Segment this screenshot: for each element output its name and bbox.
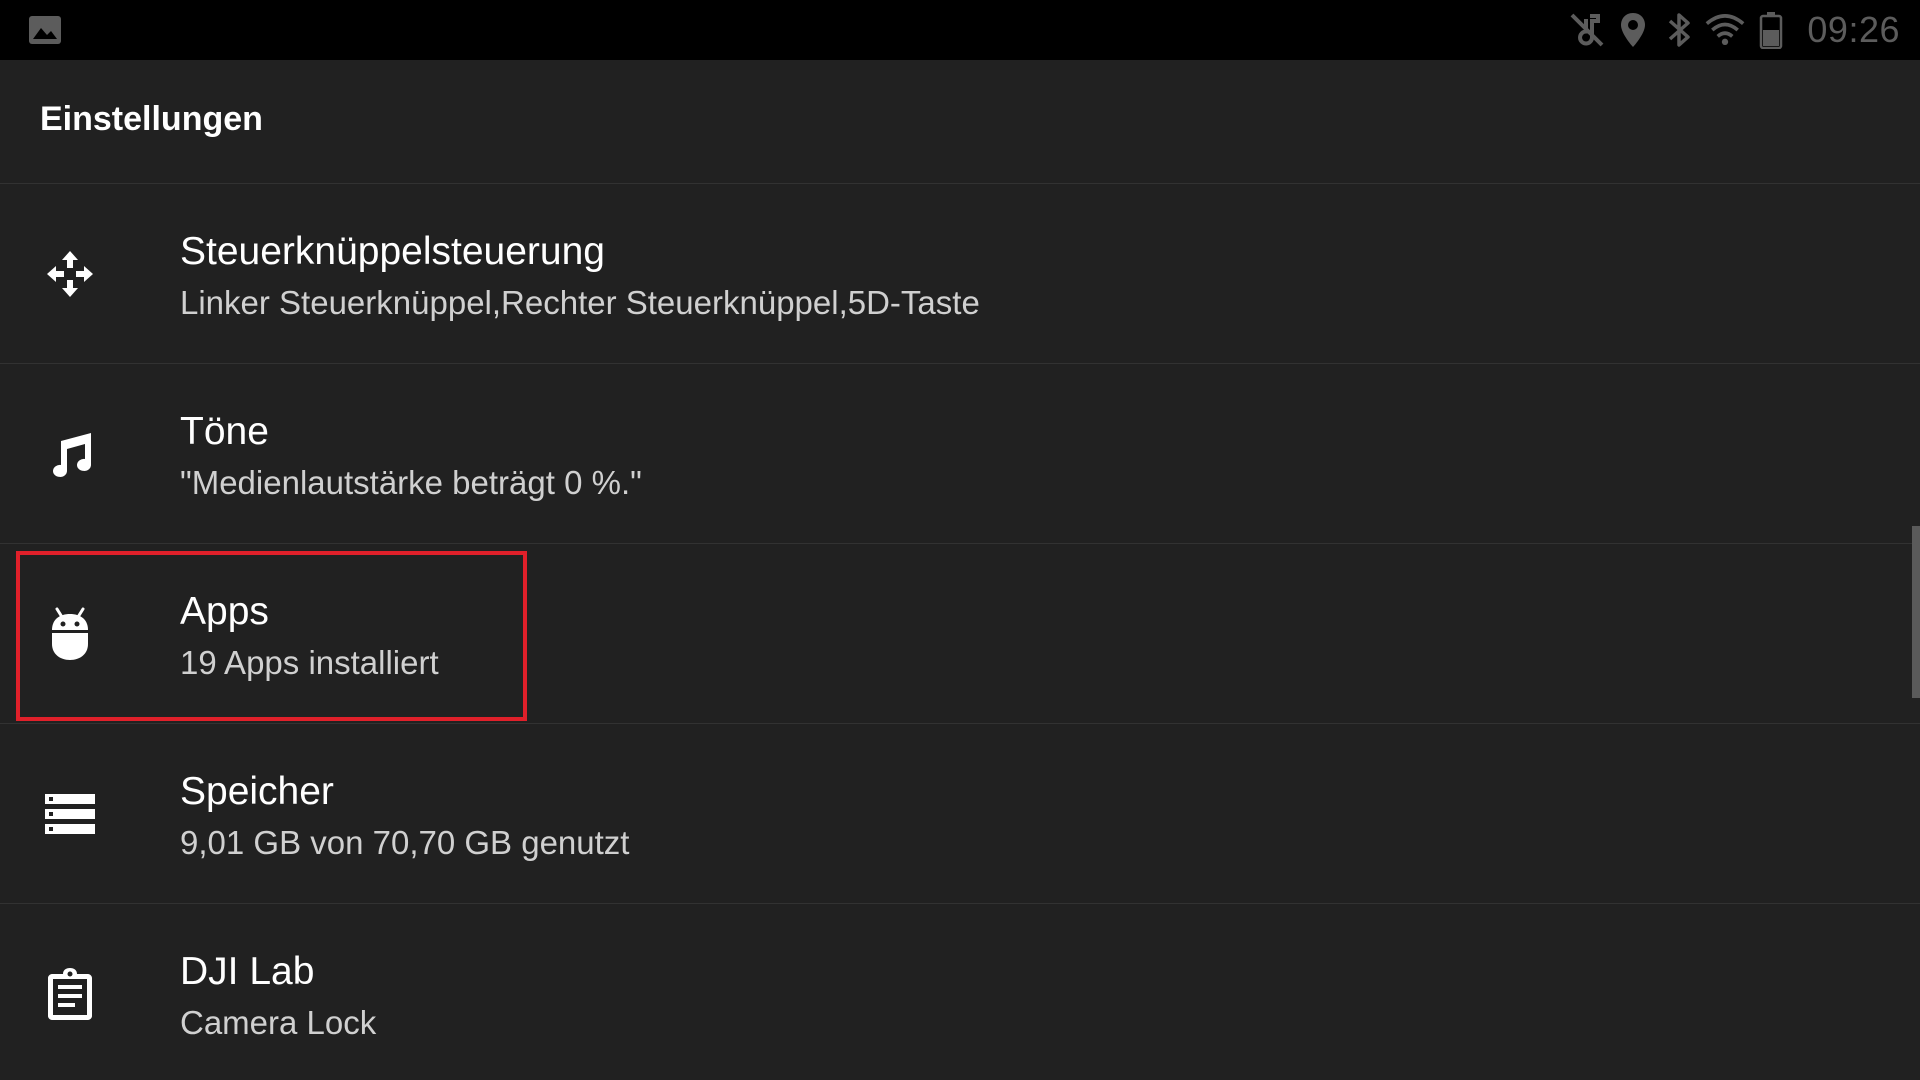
music-off-icon: [1567, 10, 1607, 50]
status-icons: 09:26: [1561, 0, 1900, 60]
scrollbar-thumb[interactable]: [1912, 526, 1920, 698]
settings-item-dji-lab[interactable]: DJI Lab Camera Lock: [0, 904, 1920, 1080]
status-bar: 09:26: [0, 0, 1920, 60]
settings-item-subtitle: "Medienlautstärke beträgt 0 %.": [180, 464, 642, 501]
settings-screen: 09:26 Einstellungen Steuerknüppelsteueru…: [0, 0, 1920, 1080]
status-time: 09:26: [1807, 9, 1900, 50]
settings-item-title: Steuerknüppelsteuerung: [180, 230, 605, 273]
music-note-icon: [40, 404, 100, 504]
page-title: Einstellungen: [40, 100, 263, 138]
bluetooth-icon: [1659, 10, 1699, 50]
storage-icon: [40, 764, 100, 864]
settings-item-toene[interactable]: Töne "Medienlautstärke beträgt 0 %.": [0, 364, 1920, 544]
move-arrows-icon: [40, 224, 100, 324]
settings-item-subtitle: 9,01 GB von 70,70 GB genutzt: [180, 824, 630, 861]
image-icon: [29, 16, 61, 44]
settings-list: Steuerknüppelsteuerung Linker Steuerknüp…: [0, 184, 1920, 1080]
location-icon: [1613, 10, 1653, 50]
settings-item-speicher[interactable]: Speicher 9,01 GB von 70,70 GB genutzt: [0, 724, 1920, 904]
clipboard-icon: [40, 944, 100, 1044]
settings-item-apps[interactable]: Apps 19 Apps installiert: [0, 544, 1920, 724]
settings-item-subtitle: Camera Lock: [180, 1004, 377, 1041]
app-bar: Einstellungen: [0, 60, 1920, 184]
settings-item-title: Töne: [180, 410, 269, 453]
android-icon: [40, 584, 100, 684]
settings-item-subtitle: 19 Apps installiert: [180, 644, 439, 681]
settings-item-title: Apps: [180, 590, 269, 633]
battery-icon: [1751, 10, 1791, 50]
settings-item-subtitle: Linker Steuerknüppel,Rechter Steuerknüpp…: [180, 284, 980, 321]
settings-item-title: Speicher: [180, 770, 334, 813]
settings-item-title: DJI Lab: [180, 950, 315, 993]
wifi-icon: [1705, 10, 1745, 50]
settings-item-steuerknueppelsteuerung[interactable]: Steuerknüppelsteuerung Linker Steuerknüp…: [0, 184, 1920, 364]
